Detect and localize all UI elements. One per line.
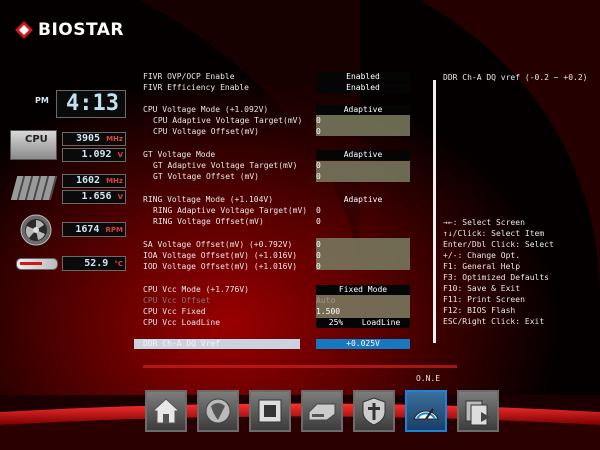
cpu-temperature-unit: °C — [114, 260, 123, 268]
cpu-vcc-loadline-label: CPU Vcc LoadLine — [143, 318, 221, 327]
memory-frequency: 1602 MHz — [62, 174, 126, 188]
gt-voltage-offset-label: GT Voltage Offset (mV) — [153, 172, 259, 181]
cpu-vcc-loadline-text: LoadLine — [361, 318, 401, 327]
ring-voltage-offset-label: RING Voltage Offset(mV) — [153, 217, 264, 226]
dock-security-button[interactable] — [353, 390, 395, 432]
clock-ampm: PM — [35, 96, 49, 105]
dock-main-button[interactable] — [145, 390, 187, 432]
dock-cpu-button[interactable] — [249, 390, 291, 432]
ring-voltage-offset-value[interactable]: 0 — [316, 217, 321, 227]
brand-name: BIOSTAR — [38, 20, 125, 40]
iod-voltage-offset-label: IOD Voltage Offset(mV) (+1.016V) — [143, 262, 298, 271]
memory-voltage-value: 1.656 — [81, 191, 112, 202]
cpu-temperature: 52.9 °C — [62, 256, 126, 271]
biostar-logo-icon — [15, 21, 33, 39]
sa-voltage-offset-value[interactable]: 0 — [316, 240, 321, 250]
cpu-vcc-offset-value: Auto — [316, 296, 336, 305]
ioa-voltage-offset-label: IOA Voltage Offset(mV) (+1.016V) — [143, 251, 298, 260]
memory-frequency-value: 1602 — [75, 175, 101, 186]
ddr-dq-vref-label: DDR Ch-A DQ Vref — [143, 339, 221, 348]
key-select-screen: →←: Select Screen — [443, 218, 525, 227]
ddr-dq-vref-value[interactable]: +0.025V — [316, 339, 410, 349]
sa-ioa-iod-voltage-field[interactable] — [316, 238, 410, 270]
one-gauge-icon — [413, 408, 439, 420]
dock-one-button[interactable] — [405, 390, 447, 432]
cpu-vcc-offset-label: CPU Vcc Offset — [143, 296, 211, 305]
cpu-chip-icon — [258, 399, 282, 423]
key-optimized-defaults: F3: Optimized Defaults — [443, 273, 549, 282]
cpu-frequency-unit: MHz — [106, 135, 123, 143]
memory-voltage-unit: V — [117, 193, 123, 201]
fan-speed-value: 1674 — [75, 224, 100, 235]
key-select-item: ↑↓/Click: Select Item — [443, 229, 545, 238]
ring-adaptive-target-label: RING Adaptive Voltage Target(mV) — [153, 206, 308, 215]
cpu-vcc-mode-value[interactable]: Fixed Mode — [316, 285, 410, 295]
help-description: DDR Ch-A DQ vref (-0.2 ~ +0.2) — [443, 73, 588, 82]
cpu-temperature-value: 52.9 — [84, 258, 109, 269]
cpu-voltage-mode-value[interactable]: Adaptive — [316, 105, 410, 115]
clock-display: 4:13 — [56, 90, 126, 118]
gt-voltage-target-field[interactable] — [316, 161, 410, 182]
gt-voltage-mode-value[interactable]: Adaptive — [316, 150, 410, 160]
cpu-frequency: 3905 MHz — [62, 132, 126, 146]
memory-module-icon — [10, 176, 58, 200]
key-general-help: F1: General Help — [443, 262, 521, 271]
scrollbar[interactable] — [433, 80, 436, 343]
chipset-icon — [205, 398, 231, 424]
fivr-ovp-ocp-label: FIVR OVP/OCP Enable — [143, 72, 235, 81]
gt-voltage-offset-value[interactable]: 0 — [316, 172, 321, 182]
memory-voltage: 1.656 V — [62, 190, 126, 204]
gt-adaptive-target-value[interactable]: 0 — [316, 161, 321, 171]
cpu-adaptive-target-label: CPU Adaptive Voltage Target(mV) — [153, 116, 303, 125]
iod-voltage-offset-value[interactable]: 0 — [316, 262, 321, 272]
cpu-voltage-target-field[interactable] — [316, 115, 410, 136]
cpu-voltage-offset-label: CPU Voltage Offset(mV) — [153, 127, 259, 136]
dock-storage-button[interactable] — [301, 390, 343, 432]
brand-logo: BIOSTAR — [14, 20, 134, 42]
cpu-voltage-value: 1.092 — [81, 149, 112, 160]
cpu-vcc-fixed-value[interactable]: 1.500 — [316, 307, 340, 317]
ring-adaptive-target-value[interactable]: 0 — [316, 206, 321, 216]
key-exit: ESC/Right Click: Exit — [443, 317, 545, 326]
ring-voltage-mode-label: RING Voltage Mode (+1.104V) — [143, 195, 274, 204]
cpu-voltage: 1.092 V — [62, 148, 126, 162]
cpu-vcc-mode-label: CPU Vcc Mode (+1.776V) — [143, 285, 249, 294]
cpu-voltage-offset-value[interactable]: 0 — [316, 127, 321, 137]
memory-frequency-unit: MHz — [106, 177, 123, 185]
hardware-monitor: PM 4:13 CPU 3905 MHz 1.092 V 1602 MHz 1.… — [0, 80, 135, 280]
dock-chipset-button[interactable] — [197, 390, 239, 432]
ring-voltage-mode-value[interactable]: Adaptive — [316, 195, 410, 205]
security-shield-icon — [362, 397, 386, 426]
cpu-voltage-mode-label: CPU Voltage Mode (+1.092V) — [143, 105, 269, 114]
cpu-adaptive-target-value[interactable]: 0 — [316, 116, 321, 126]
key-save-exit: F10: Save & Exit — [443, 284, 521, 293]
fivr-efficiency-label: FIVR Efficiency Enable — [143, 83, 249, 92]
dock-active-label: O.N.E — [415, 374, 441, 383]
key-change-opt: +/-: Change Opt. — [443, 251, 521, 260]
cpu-vcc-fixed-label: CPU Vcc Fixed — [143, 307, 206, 316]
drive-icon — [308, 403, 336, 421]
key-enter-select: Enter/Dbl Click: Select — [443, 240, 554, 249]
key-print-screen: F11: Print Screen — [443, 295, 525, 304]
ioa-voltage-offset-value[interactable]: 0 — [316, 251, 321, 261]
gt-voltage-mode-label: GT Voltage Mode — [143, 150, 216, 159]
save-exit-icon — [465, 400, 490, 426]
fivr-efficiency-value[interactable]: Enabled — [316, 83, 410, 93]
cpu-voltage-unit: V — [117, 151, 123, 159]
sa-voltage-offset-label: SA Voltage Offset(mV) (+0.792V) — [143, 240, 293, 249]
dock-exit-button[interactable] — [457, 390, 499, 432]
home-icon — [151, 398, 181, 424]
cpu-vcc-loadline-value[interactable]: 25% LoadLine — [316, 318, 410, 328]
cpu-vcc-loadline-percent: 25% — [328, 318, 344, 327]
fivr-ovp-ocp-value[interactable]: Enabled — [316, 72, 410, 82]
gt-adaptive-target-label: GT Adaptive Voltage Target(mV) — [153, 161, 298, 170]
cpu-label: CPU — [25, 134, 48, 145]
cpu-frequency-value: 3905 — [75, 133, 101, 144]
fan-icon — [20, 214, 52, 246]
key-bios-flash: F12: BIOS Flash — [443, 306, 516, 315]
fan-speed: 1674 RPM — [62, 222, 126, 237]
fan-speed-unit: RPM — [105, 226, 124, 234]
thermometer-icon — [16, 258, 58, 270]
